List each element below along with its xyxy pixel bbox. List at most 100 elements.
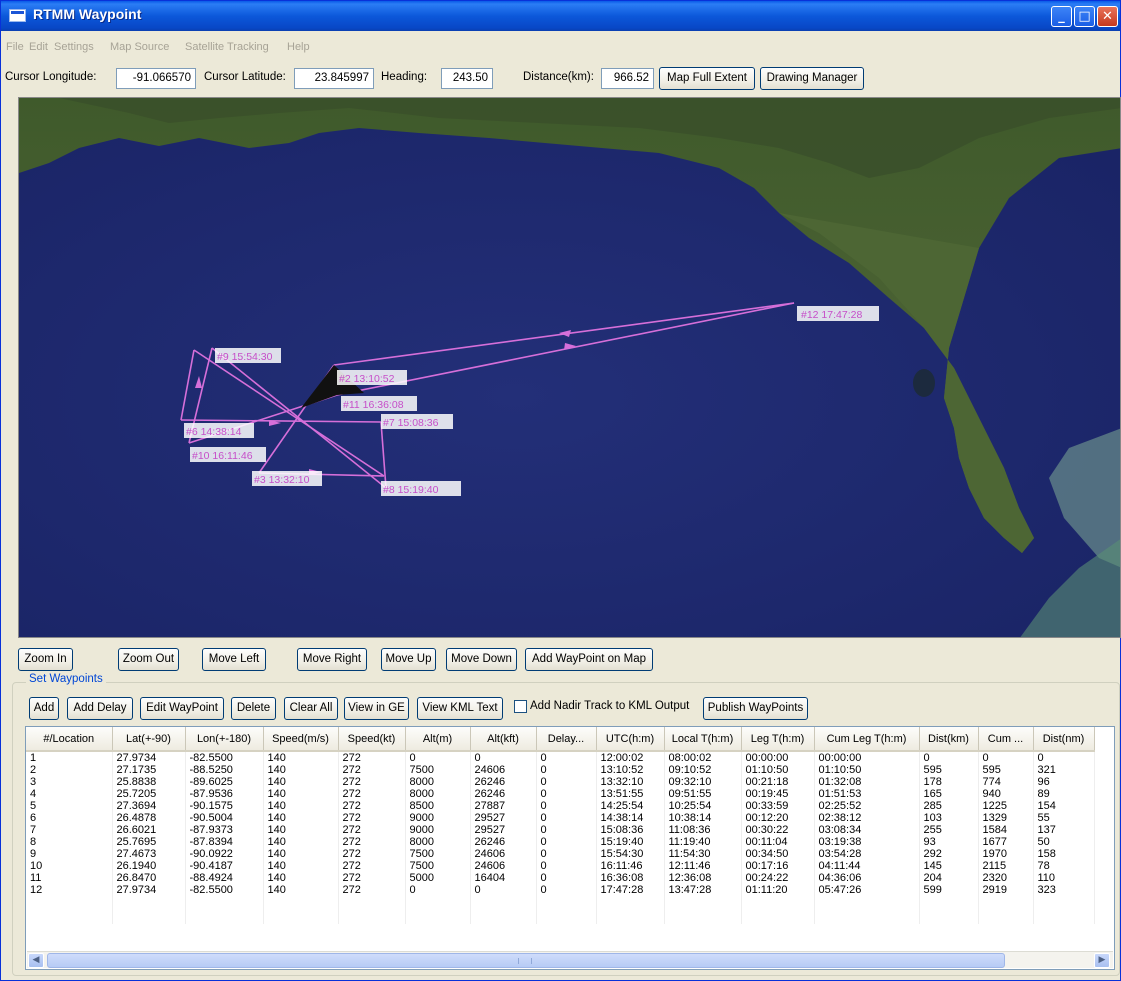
table-cell[interactable]: 204 xyxy=(919,872,979,884)
move-down-button[interactable]: Move Down xyxy=(446,648,517,671)
table-cell[interactable]: 11:19:40 xyxy=(664,836,742,848)
table-cell[interactable]: 323 xyxy=(1033,884,1095,896)
table-cell[interactable]: 255 xyxy=(919,824,979,836)
table-cell[interactable]: -87.9536 xyxy=(185,788,264,800)
table-cell[interactable]: 15:54:30 xyxy=(596,848,665,860)
table-cell[interactable]: 595 xyxy=(978,764,1034,776)
table-row[interactable]: 4 25.7205 -87.9536 140 272 8000 26246 0 13:51:55… xyxy=(26,788,1095,800)
menu-map-source[interactable]: Map Source xyxy=(110,41,169,53)
table-cell[interactable]: 25.8838 xyxy=(112,776,186,788)
table-cell[interactable]: 140 xyxy=(263,848,339,860)
table-cell[interactable]: 272 xyxy=(338,848,406,860)
table-cell[interactable]: 1 xyxy=(26,751,113,764)
table-cell[interactable]: 24606 xyxy=(470,764,537,776)
table-cell[interactable]: 0 xyxy=(536,800,597,812)
table-cell[interactable]: 09:32:10 xyxy=(664,776,742,788)
table-cell[interactable]: 02:38:12 xyxy=(814,812,920,824)
wp3-label[interactable]: #3 13:32:10 xyxy=(254,474,310,486)
menu-satellite-tracking[interactable]: Satellite Tracking xyxy=(185,41,269,53)
table-cell[interactable]: 00:30:22 xyxy=(741,824,815,836)
table-cell[interactable]: 140 xyxy=(263,764,339,776)
table-cell[interactable]: 0 xyxy=(1033,751,1095,764)
table-cell[interactable]: -82.5500 xyxy=(185,884,264,896)
table-cell[interactable]: 55 xyxy=(1033,812,1095,824)
table-cell[interactable]: 272 xyxy=(338,776,406,788)
table-cell[interactable]: 00:33:59 xyxy=(741,800,815,812)
table-cell[interactable]: -90.1575 xyxy=(185,800,264,812)
table-cell[interactable]: 16404 xyxy=(470,872,537,884)
table-cell[interactable]: 140 xyxy=(263,751,339,764)
table-cell[interactable]: 26246 xyxy=(470,788,537,800)
table-cell[interactable]: 0 xyxy=(405,884,471,896)
table-row[interactable]: 2 27.1735 -88.5250 140 272 7500 24606 0 13:10:52… xyxy=(26,764,1095,776)
scroll-left-icon[interactable]: ◀ xyxy=(28,953,44,968)
column-header[interactable]: Delay... xyxy=(536,727,597,752)
column-header[interactable]: #/Location xyxy=(26,727,113,752)
minimize-button[interactable]: _ xyxy=(1051,6,1072,27)
table-cell[interactable]: 272 xyxy=(338,836,406,848)
table-cell[interactable]: 0 xyxy=(536,884,597,896)
table-cell[interactable]: 0 xyxy=(536,824,597,836)
table-cell[interactable]: 3 xyxy=(26,776,113,788)
table-cell[interactable]: 272 xyxy=(338,884,406,896)
table-cell[interactable]: 27887 xyxy=(470,800,537,812)
table-cell[interactable]: 2919 xyxy=(978,884,1034,896)
table-cell[interactable]: 27.4673 xyxy=(112,848,186,860)
table-cell[interactable]: 14:25:54 xyxy=(596,800,665,812)
table-cell[interactable]: 272 xyxy=(338,872,406,884)
column-header[interactable]: Cum Leg T(h:m) xyxy=(814,727,920,752)
table-cell[interactable]: 0 xyxy=(536,812,597,824)
table-cell[interactable]: 50 xyxy=(1033,836,1095,848)
table-cell[interactable]: 158 xyxy=(1033,848,1095,860)
table-cell[interactable]: 272 xyxy=(338,751,406,764)
table-cell[interactable]: 0 xyxy=(536,751,597,764)
table-cell[interactable]: 272 xyxy=(338,800,406,812)
table-cell[interactable]: 103 xyxy=(919,812,979,824)
table-cell[interactable]: 00:34:50 xyxy=(741,848,815,860)
table-cell[interactable]: 6 xyxy=(26,812,113,824)
table-cell[interactable]: 0 xyxy=(536,872,597,884)
table-cell[interactable]: 09:51:55 xyxy=(664,788,742,800)
table-cell[interactable]: 1225 xyxy=(978,800,1034,812)
column-header[interactable]: Dist(km) xyxy=(919,727,979,752)
table-cell[interactable]: 15:19:40 xyxy=(596,836,665,848)
table-cell[interactable]: 01:32:08 xyxy=(814,776,920,788)
table-cell[interactable]: 140 xyxy=(263,788,339,800)
table-cell[interactable]: 26.8470 xyxy=(112,872,186,884)
satellite-map[interactable]: #12 17:47:28 #9 15:54:30 #2 13:10:52 #11… xyxy=(18,97,1121,638)
table-row[interactable]: 11 26.8470 -88.4924 140 272 5000 16404 0 16:36:0… xyxy=(26,872,1095,884)
table-cell[interactable]: 11:08:36 xyxy=(664,824,742,836)
table-cell[interactable]: 321 xyxy=(1033,764,1095,776)
table-cell[interactable]: 5 xyxy=(26,800,113,812)
add-delay-button[interactable]: Add Delay xyxy=(67,697,133,720)
map-canvas[interactable]: #12 17:47:28 #9 15:54:30 #2 13:10:52 #11… xyxy=(19,98,1121,638)
table-cell[interactable]: 03:08:34 xyxy=(814,824,920,836)
table-cell[interactable]: 12:11:46 xyxy=(664,860,742,872)
waypoints-table[interactable]: #/Location Lat(+-90) Lon(+-180) Speed(m/s) S… xyxy=(25,726,1115,970)
table-cell[interactable]: 140 xyxy=(263,884,339,896)
table-cell[interactable]: 09:10:52 xyxy=(664,764,742,776)
table-cell[interactable]: 12 xyxy=(26,884,113,896)
table-row[interactable]: 8 25.7695 -87.8394 140 272 8000 26246 0 15:19:40… xyxy=(26,836,1095,848)
move-left-button[interactable]: Move Left xyxy=(202,648,266,671)
table-cell[interactable]: 10:25:54 xyxy=(664,800,742,812)
table-cell[interactable]: 03:19:38 xyxy=(814,836,920,848)
table-row[interactable]: 12 27.9734 -82.5500 140 272 0 0 0 17:47:28 13:47:… xyxy=(26,884,1095,896)
delete-button[interactable]: Delete xyxy=(231,697,276,720)
table-cell[interactable]: 26246 xyxy=(470,836,537,848)
table-row[interactable]: 1 27.9734 -82.5500 140 272 0 0 0 12:00:02 08:00:0… xyxy=(26,751,1095,764)
table-cell[interactable]: 595 xyxy=(919,764,979,776)
table-cell[interactable]: 0 xyxy=(536,764,597,776)
wp10-label[interactable]: #10 16:11:46 xyxy=(192,450,253,462)
table-cell[interactable]: 14:38:14 xyxy=(596,812,665,824)
table-cell[interactable]: 0 xyxy=(978,751,1034,764)
table-cell[interactable]: 0 xyxy=(405,751,471,764)
table-cell[interactable]: 140 xyxy=(263,776,339,788)
distance-field[interactable]: 966.52 xyxy=(601,68,654,89)
table-row[interactable]: 9 27.4673 -90.0922 140 272 7500 24606 0 15:54:30… xyxy=(26,848,1095,860)
table-cell[interactable]: 140 xyxy=(263,836,339,848)
table-cell[interactable]: 00:19:45 xyxy=(741,788,815,800)
column-header[interactable]: Speed(m/s) xyxy=(263,727,339,752)
column-header[interactable]: Lon(+-180) xyxy=(185,727,264,752)
table-cell[interactable]: 15:08:36 xyxy=(596,824,665,836)
